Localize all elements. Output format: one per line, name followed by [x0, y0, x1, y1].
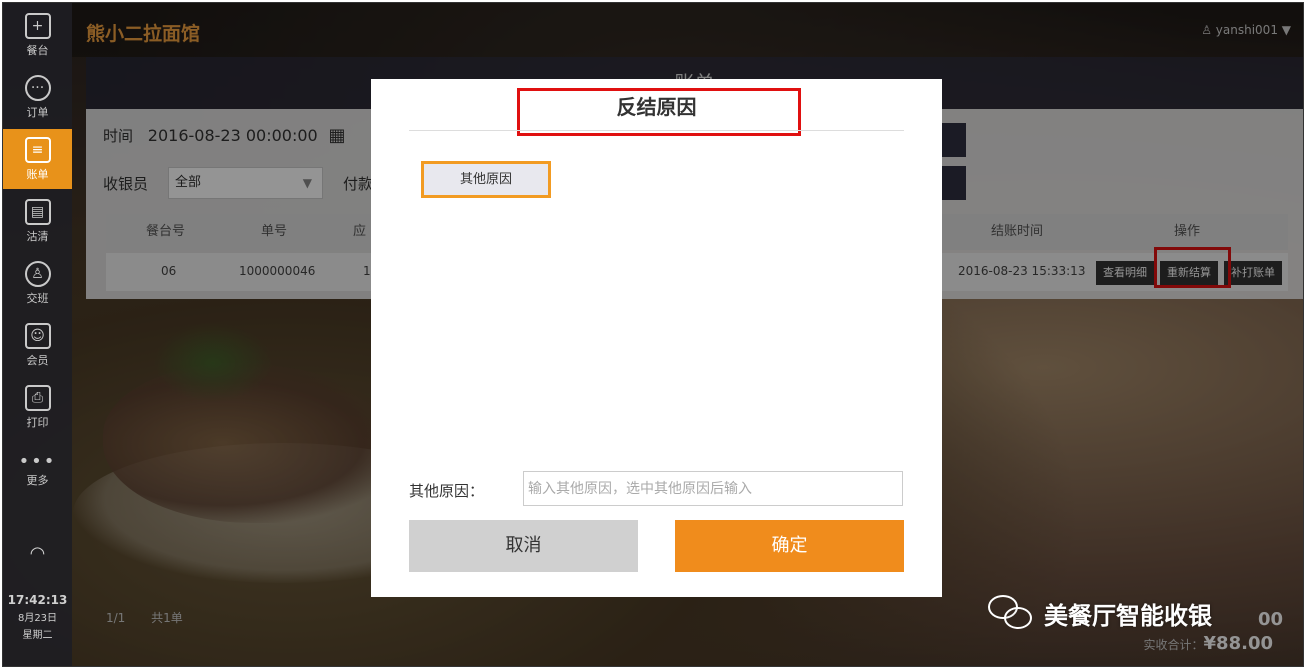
sidebar-item-label: 更多	[26, 473, 49, 487]
plus-icon: +	[24, 12, 51, 39]
reason-option-other[interactable]: 其他原因	[421, 161, 551, 198]
watermark: 美餐厅智能收银	[988, 593, 1212, 633]
chat-icon: ···	[24, 74, 51, 101]
watermark-text: 美餐厅智能收银	[1044, 601, 1212, 630]
sidebar-item-label: 交班	[26, 291, 49, 305]
printer-icon: ⎙	[24, 384, 51, 411]
sidebar-item-tables[interactable]: + 餐台	[3, 5, 72, 65]
wechat-icon	[988, 593, 1036, 633]
more-icon: •••	[18, 450, 57, 472]
divider	[409, 130, 904, 131]
sidebar-item-label: 账单	[26, 167, 49, 181]
sidebar-item-shift[interactable]: ♙ 交班	[3, 253, 72, 313]
sidebar-item-soldout[interactable]: ▤ 沽清	[3, 191, 72, 251]
sidebar-item-bills[interactable]: ≡ 账单	[3, 129, 72, 189]
sidebar-item-more[interactable]: ••• 更多	[3, 439, 72, 499]
sidebar: + 餐台 ··· 订单 ≡ 账单 ▤ 沽清 ♙ 交班 ☺ 会员 ⎙ 打印 •••	[3, 3, 72, 666]
wifi-icon: ◠	[29, 543, 46, 564]
document-icon: ▤	[24, 198, 51, 225]
bill-icon: ≡	[24, 136, 51, 163]
highlight-title	[517, 88, 801, 136]
member-card-icon: ☺	[24, 322, 51, 349]
sidebar-item-label: 会员	[26, 353, 49, 367]
other-reason-input[interactable]	[523, 471, 903, 506]
clock-weekday: 星期二	[22, 630, 53, 641]
sidebar-item-print[interactable]: ⎙ 打印	[3, 377, 72, 437]
other-reason-label: 其他原因：	[409, 482, 485, 500]
clock-date: 8月23日	[17, 613, 58, 624]
sidebar-item-label: 沽清	[26, 229, 49, 243]
app-window: 熊小二拉面馆 ♙ yanshi001 ▼ 账单 时间 2016-08-23 00…	[2, 2, 1304, 667]
sidebar-item-label: 餐台	[26, 43, 49, 57]
confirm-button[interactable]: 确定	[675, 520, 904, 572]
reverse-settlement-dialog: 反结原因 其他原因 其他原因： 取消 确定	[371, 79, 942, 597]
sidebar-item-label: 打印	[26, 415, 49, 429]
sidebar-item-orders[interactable]: ··· 订单	[3, 67, 72, 127]
sidebar-item-label: 订单	[26, 105, 49, 119]
clock: 17:42:13 8月23日 星期二	[3, 593, 72, 641]
person-icon: ♙	[24, 260, 51, 287]
cancel-button[interactable]: 取消	[409, 520, 638, 572]
sidebar-item-members[interactable]: ☺ 会员	[3, 315, 72, 375]
clock-time: 17:42:13	[7, 593, 68, 607]
